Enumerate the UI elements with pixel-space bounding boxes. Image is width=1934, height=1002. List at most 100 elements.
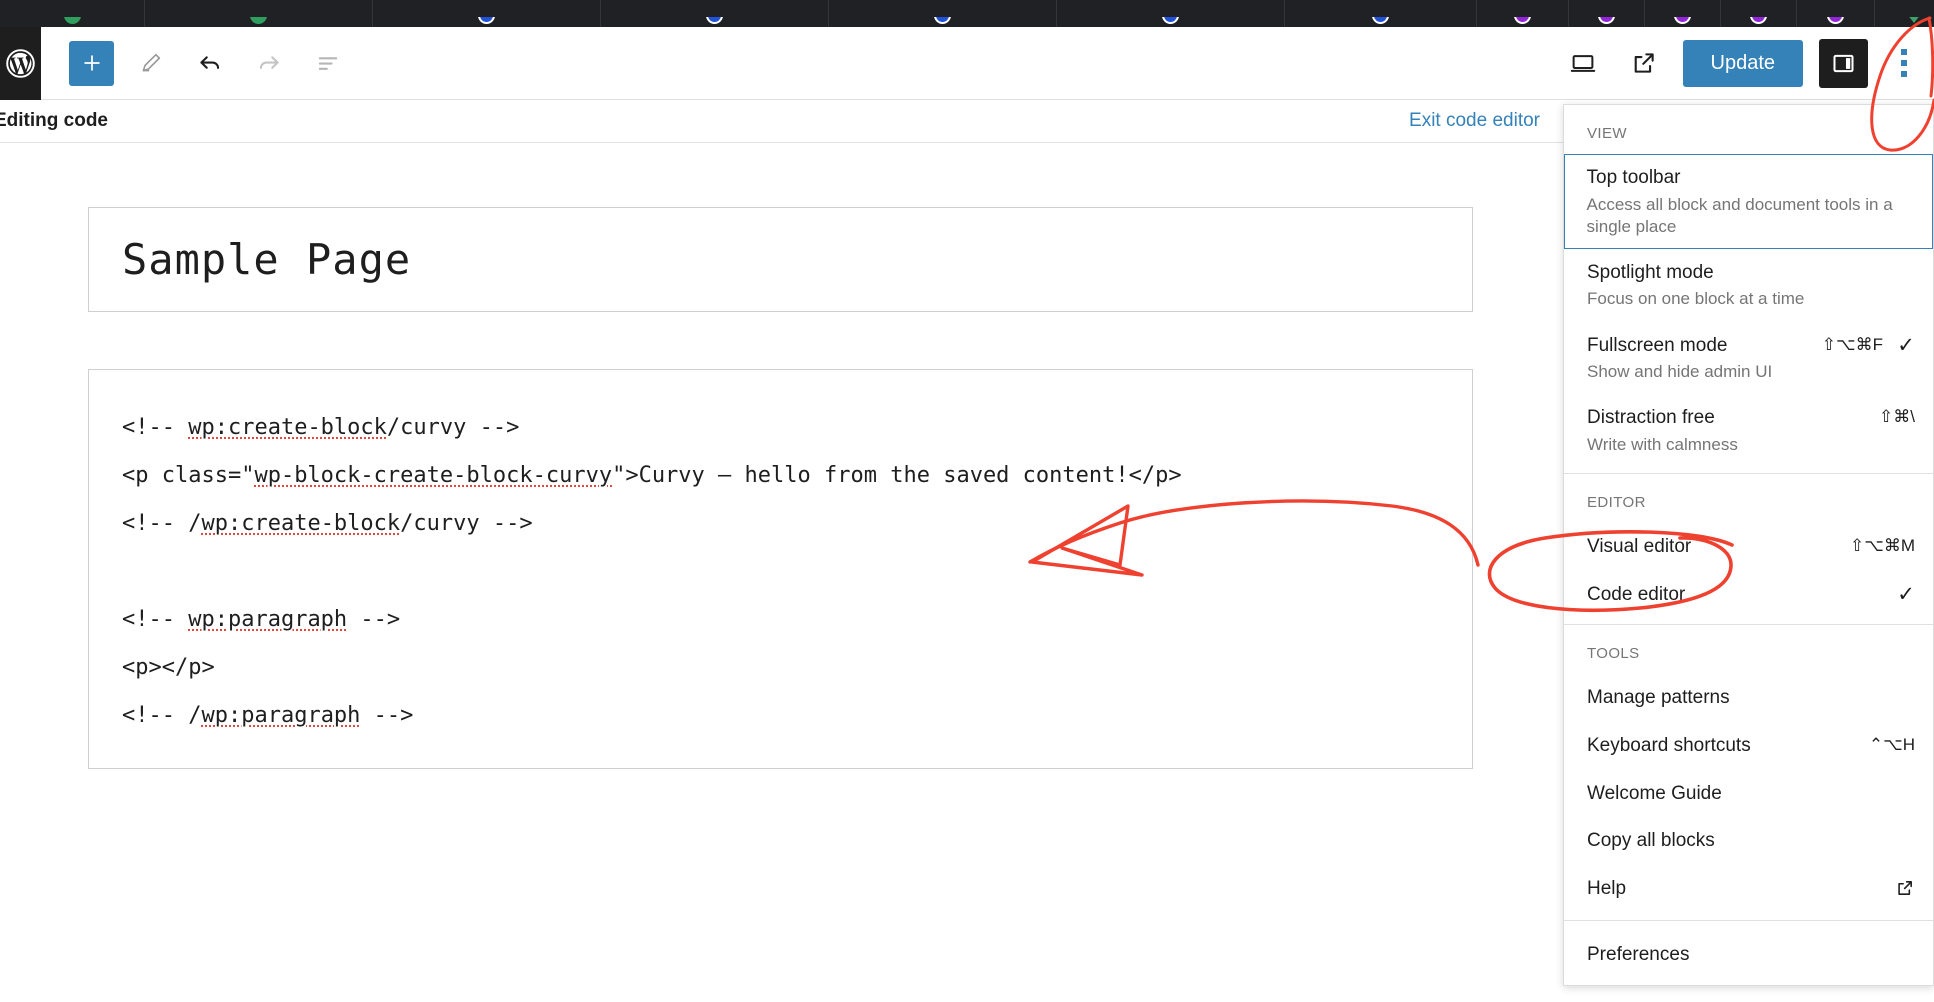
- desktop-preview-button[interactable]: [1561, 41, 1606, 86]
- menu-item-texts: Manage patterns: [1587, 685, 1915, 711]
- code-line: <!-- wp:paragraph -->: [122, 607, 401, 632]
- exit-code-editor-link[interactable]: Exit code editor: [1409, 110, 1540, 132]
- menu-item-distraction-free[interactable]: Distraction free Write with calmness ⇧⌘\: [1564, 394, 1933, 467]
- dot-1: [1901, 49, 1907, 55]
- menu-item-fullscreen-mode[interactable]: Fullscreen mode Show and hide admin UI ⇧⌥⌘…: [1564, 322, 1933, 395]
- menu-item-label: Spotlight mode: [1587, 261, 1714, 283]
- menu-item-preferences[interactable]: Preferences: [1564, 931, 1933, 979]
- wordpress-favicon-purple: [1597, 17, 1616, 26]
- code-editor-textarea[interactable]: <!-- wp:create-block/curvy --> <p class="…: [88, 369, 1473, 769]
- browser-tab[interactable]: [145, 0, 373, 27]
- wordpress-logo-icon[interactable]: [0, 26, 41, 100]
- code-line: <p></p>: [122, 655, 215, 680]
- menu-item-label: Copy all blocks: [1587, 830, 1715, 852]
- browser-tab-strip: Edit Page: [0, 0, 1934, 27]
- editor-top-toolbar: Update: [0, 26, 1934, 100]
- menu-item-description: Access all block and document tools in a…: [1586, 194, 1893, 236]
- menu-item-texts: Visual editor: [1587, 534, 1838, 560]
- view-site-external-link-button[interactable]: [1622, 41, 1667, 86]
- browser-tab[interactable]: [1645, 0, 1721, 27]
- browser-tab[interactable]: [1477, 0, 1569, 27]
- menu-item-welcome-guide[interactable]: Welcome Guide: [1564, 770, 1933, 818]
- menu-item-texts: Top toolbar Access all block and document…: [1587, 165, 1916, 238]
- browser-tab[interactable]: [373, 0, 601, 27]
- menu-group-label-tools: TOOLS: [1587, 645, 1640, 663]
- menu-item-label: Top toolbar: [1586, 167, 1681, 188]
- menu-item-keyboard-shortcuts[interactable]: Keyboard shortcuts ⌃⌥H: [1564, 722, 1933, 770]
- undo-button[interactable]: [187, 41, 232, 86]
- document-outline-button[interactable]: [305, 41, 350, 86]
- menu-item-label: Preferences: [1587, 943, 1690, 965]
- menu-item-spotlight-mode[interactable]: Spotlight mode Focus on one block at a ti…: [1564, 249, 1933, 322]
- menu-item-description: Focus on one block at a time: [1587, 289, 1805, 309]
- browser-tab[interactable]: [1875, 0, 1934, 27]
- menu-item-texts: Code editor: [1587, 582, 1883, 608]
- menu-item-shortcut: ⇧⌥⌘M: [1850, 536, 1915, 556]
- browser-tab[interactable]: [829, 0, 1057, 27]
- check-icon: ✓: [1897, 333, 1915, 357]
- tools-pencil-button[interactable]: [128, 41, 173, 86]
- add-block-button[interactable]: [69, 40, 114, 86]
- browser-tab[interactable]: [1569, 0, 1645, 27]
- wordpress-favicon-purple: [1513, 17, 1532, 26]
- editing-code-label: Editing code: [0, 110, 108, 131]
- menu-item-code-editor[interactable]: Code editor ✓: [1564, 571, 1933, 619]
- external-link-icon: [1895, 876, 1915, 903]
- check-icon: ✓: [1897, 582, 1915, 606]
- wordpress-favicon-blue: [477, 17, 496, 26]
- spellcheck-underline: wp-block-create-block-curvy: [254, 463, 613, 488]
- menu-item-texts: Preferences: [1587, 942, 1915, 968]
- post-title-text: Sample Page: [122, 235, 412, 284]
- redo-button[interactable]: [246, 41, 291, 86]
- dot-3: [1901, 71, 1907, 77]
- post-title-field[interactable]: Sample Page: [88, 207, 1473, 312]
- options-menu-button[interactable]: [1884, 39, 1924, 88]
- toolbar-left-group: [41, 40, 350, 86]
- menu-item-shortcut: ⇧⌥⌘F: [1821, 334, 1883, 354]
- settings-sidebar-toggle-button[interactable]: [1819, 38, 1868, 88]
- menu-item-texts: Help: [1587, 876, 1881, 902]
- menu-item-label: Help: [1587, 877, 1627, 899]
- menu-item-label: Code editor: [1587, 583, 1686, 605]
- menu-item-label: Fullscreen mode: [1587, 334, 1728, 356]
- wordpress-favicon-blue: [705, 17, 724, 26]
- menu-item-label: Welcome Guide: [1587, 782, 1722, 804]
- menu-group-spacer: [1564, 921, 1933, 931]
- toolbar-right-group: Update: [1561, 38, 1934, 88]
- menu-group-label-editor: EDITOR: [1587, 494, 1646, 512]
- editing-code-notice-bar: Editing code Exit code editor: [0, 100, 1567, 143]
- green-circle-favicon: [249, 17, 268, 26]
- menu-item-top-toolbar[interactable]: Top toolbar Access all block and document…: [1564, 154, 1933, 249]
- menu-item-label: Visual editor: [1587, 536, 1692, 558]
- menu-item-label: Distraction free: [1587, 407, 1715, 429]
- menu-item-visual-editor[interactable]: Visual editor ⇧⌥⌘M: [1564, 523, 1933, 571]
- editor-options-dropdown-menu: VIEW Top toolbar Access all block and docu…: [1563, 104, 1934, 986]
- menu-item-texts: Copy all blocks: [1587, 828, 1915, 854]
- menu-item-copy-all-blocks[interactable]: Copy all blocks: [1564, 817, 1933, 865]
- browser-tab[interactable]: [1285, 0, 1477, 27]
- wordpress-favicon-blue: [1161, 17, 1180, 26]
- browser-tab[interactable]: [1721, 0, 1797, 27]
- browser-tab[interactable]: [1797, 0, 1875, 27]
- update-button[interactable]: Update: [1682, 39, 1803, 87]
- menu-item-description: Show and hide admin UI: [1587, 362, 1773, 382]
- spellcheck-underline: wp:create-block: [201, 511, 401, 536]
- menu-item-description: Write with calmness: [1587, 434, 1738, 454]
- menu-item-texts: Distraction free Write with calmness: [1587, 405, 1867, 456]
- code-line: <!-- wp:create-block/curvy -->: [122, 415, 520, 440]
- menu-item-texts: Spotlight mode Focus on one block at a ti…: [1587, 260, 1915, 311]
- wordpress-block-editor-screen: Edit Page: [0, 0, 1934, 1002]
- green-triangle-favicon: [1905, 17, 1924, 26]
- browser-tab[interactable]: [0, 0, 145, 27]
- menu-item-help[interactable]: Help: [1564, 865, 1933, 914]
- menu-group-label-view: VIEW: [1587, 125, 1627, 142]
- browser-tab[interactable]: [1057, 0, 1285, 27]
- menu-item-manage-patterns[interactable]: Manage patterns: [1564, 674, 1933, 722]
- wordpress-favicon-purple: [1749, 17, 1768, 26]
- menu-item-label: Keyboard shortcuts: [1587, 734, 1751, 756]
- green-circle-favicon: [63, 17, 82, 26]
- code-line: <p class="wp-block-create-block-curvy">C…: [122, 463, 1182, 488]
- wordpress-favicon-purple: [1673, 17, 1692, 26]
- browser-tab[interactable]: [601, 0, 829, 27]
